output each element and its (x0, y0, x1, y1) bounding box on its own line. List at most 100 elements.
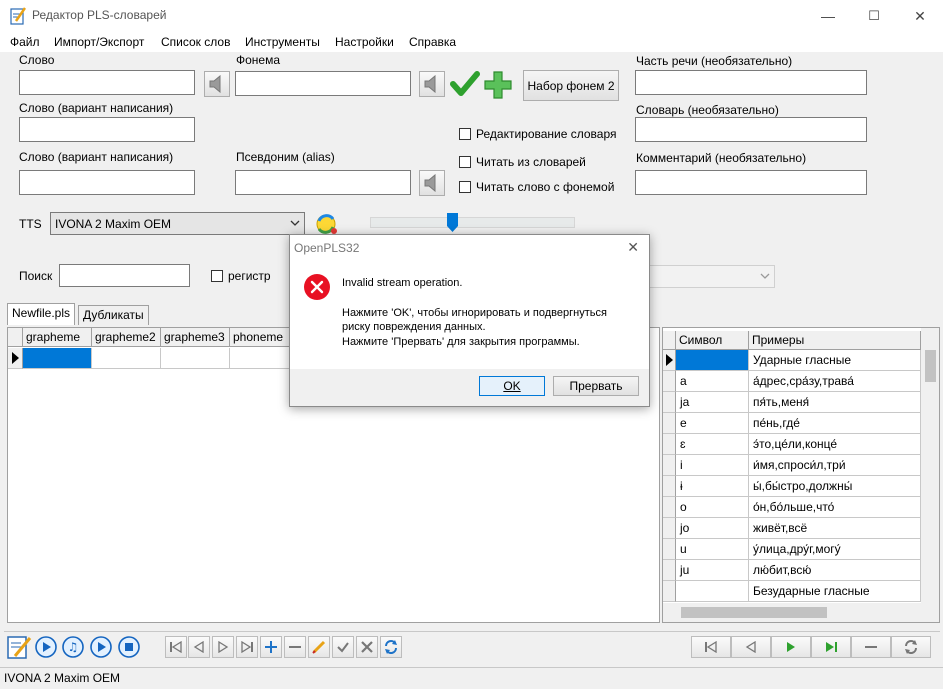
row-indicator[interactable] (663, 392, 676, 413)
speak-alias-button[interactable] (419, 170, 445, 196)
minimize-button[interactable]: — (805, 0, 851, 32)
row-indicator[interactable] (663, 350, 676, 371)
stop-icon[interactable] (118, 636, 140, 658)
speed-slider-track[interactable] (370, 217, 575, 228)
phoneme-example-cell[interactable]: пе́нь,где́ (749, 413, 921, 434)
phoneme-last-button[interactable] (811, 636, 851, 658)
phoneme-symbol-cell[interactable]: e (676, 413, 749, 434)
row-indicator[interactable] (663, 413, 676, 434)
phoneme-symbol-cell[interactable]: jo (676, 518, 749, 539)
insert-record-button[interactable] (260, 636, 282, 658)
phoneme-set-button[interactable]: Набор фонем 2 (523, 70, 619, 101)
phoneme-example-cell[interactable]: и́мя,спроси́л,три́ (749, 455, 921, 476)
row-indicator[interactable] (663, 476, 676, 497)
cancel-record-button[interactable] (356, 636, 378, 658)
refresh-button[interactable] (380, 636, 402, 658)
ok-button[interactable]: OK (479, 376, 545, 396)
phoneme-symbol-cell[interactable]: ja (676, 392, 749, 413)
menu-file[interactable]: Файл (10, 35, 40, 49)
phoneme-example-cell[interactable]: а́дрес,сра́зу,трава́ (749, 371, 921, 392)
vertical-scrollbar[interactable] (921, 328, 939, 603)
phoneme-symbol-cell[interactable]: ju (676, 560, 749, 581)
checkbox-box[interactable] (459, 156, 471, 168)
part-of-speech-input[interactable] (635, 70, 867, 95)
grid-cell[interactable] (92, 348, 161, 369)
phoneme-symbol-cell[interactable]: o (676, 497, 749, 518)
row-indicator[interactable] (663, 560, 676, 581)
phoneme-symbol-cell[interactable] (676, 350, 749, 371)
search-input[interactable] (59, 264, 190, 287)
column-header-symbol[interactable]: Символ (676, 331, 749, 350)
dictionary-input[interactable] (635, 117, 867, 142)
phoneme-example-cell[interactable]: Ударные гласные (749, 350, 921, 371)
phoneme-symbol-cell[interactable]: ɨ (676, 476, 749, 497)
menu-import-export[interactable]: Импорт/Экспорт (54, 35, 144, 49)
row-indicator[interactable] (663, 518, 676, 539)
phoneme-symbol-cell[interactable] (676, 581, 749, 602)
edit-dictionary-checkbox[interactable]: Редактирование словаря (459, 127, 617, 141)
edit-doc-icon[interactable] (6, 634, 32, 660)
checkbox-box[interactable] (459, 128, 471, 140)
row-indicator[interactable] (663, 497, 676, 518)
last-record-button[interactable] (236, 636, 258, 658)
filter-select[interactable] (648, 265, 775, 288)
read-dictionaries-checkbox[interactable]: Читать из словарей (459, 155, 586, 169)
phoneme-example-cell[interactable]: э́то,це́ли,конце́ (749, 434, 921, 455)
phoneme-first-button[interactable] (691, 636, 731, 658)
tab-newfile[interactable]: Newfile.pls (7, 303, 76, 325)
column-header[interactable]: grapheme (23, 328, 92, 347)
menu-word-list[interactable]: Список слов (161, 35, 230, 49)
phoneme-example-cell[interactable]: ы́,бы́стро,должны́ (749, 476, 921, 497)
play-alt-icon[interactable] (90, 636, 112, 658)
dialog-close-button[interactable]: ✕ (627, 239, 639, 256)
add-icon[interactable] (483, 70, 513, 100)
phoneme-input[interactable] (235, 71, 411, 96)
alias-input[interactable] (235, 170, 411, 195)
tab-duplicates[interactable]: Дубликаты (78, 305, 149, 325)
phoneme-delete-button[interactable] (851, 636, 891, 658)
case-checkbox[interactable]: регистр (211, 269, 271, 283)
close-button[interactable]: ✕ (897, 0, 943, 32)
delete-record-button[interactable] (284, 636, 306, 658)
speak-word-button[interactable] (204, 71, 230, 97)
scrollbar-thumb[interactable] (681, 607, 827, 618)
grid-cell[interactable] (161, 348, 230, 369)
checkbox-box[interactable] (211, 270, 223, 282)
next-record-button[interactable] (212, 636, 234, 658)
row-indicator[interactable] (8, 348, 23, 369)
phoneme-example-cell[interactable]: лю́бит,всю́ (749, 560, 921, 581)
speak-phoneme-button[interactable] (419, 71, 445, 97)
phoneme-next-button[interactable] (771, 636, 811, 658)
post-record-button[interactable] (332, 636, 354, 658)
phoneme-refresh-button[interactable] (891, 636, 931, 658)
comment-input[interactable] (635, 170, 867, 195)
column-header[interactable]: grapheme3 (161, 328, 230, 347)
phoneme-symbol-cell[interactable]: i (676, 455, 749, 476)
prev-record-button[interactable] (188, 636, 210, 658)
row-indicator[interactable] (663, 455, 676, 476)
phoneme-example-cell[interactable]: о́н,бо́льше,что́ (749, 497, 921, 518)
abort-button[interactable]: Прервать (553, 376, 639, 396)
column-header-examples[interactable]: Примеры (749, 331, 921, 350)
phoneme-example-cell[interactable]: у́лица,дру́г,могу́ (749, 539, 921, 560)
play-icon[interactable] (35, 636, 57, 658)
check-icon[interactable] (450, 70, 480, 98)
row-indicator[interactable] (663, 539, 676, 560)
phoneme-example-cell[interactable]: живёт,всё (749, 518, 921, 539)
menu-tools[interactable]: Инструменты (245, 35, 320, 49)
phoneme-symbol-cell[interactable]: u (676, 539, 749, 560)
variant2-input[interactable] (19, 170, 195, 195)
checkbox-box[interactable] (459, 181, 471, 193)
menu-settings[interactable]: Настройки (335, 35, 394, 49)
row-indicator[interactable] (663, 371, 676, 392)
phoneme-example-cell[interactable]: Безударные гласные (749, 581, 921, 602)
word-input[interactable] (19, 70, 195, 95)
phoneme-symbol-cell[interactable]: a (676, 371, 749, 392)
row-indicator[interactable] (663, 434, 676, 455)
maximize-button[interactable]: ☐ (851, 0, 897, 32)
menu-help[interactable]: Справка (409, 35, 456, 49)
row-indicator[interactable] (663, 581, 676, 602)
grid-cell[interactable] (23, 348, 92, 369)
phoneme-prev-button[interactable] (731, 636, 771, 658)
phoneme-symbol-cell[interactable]: ɛ (676, 434, 749, 455)
